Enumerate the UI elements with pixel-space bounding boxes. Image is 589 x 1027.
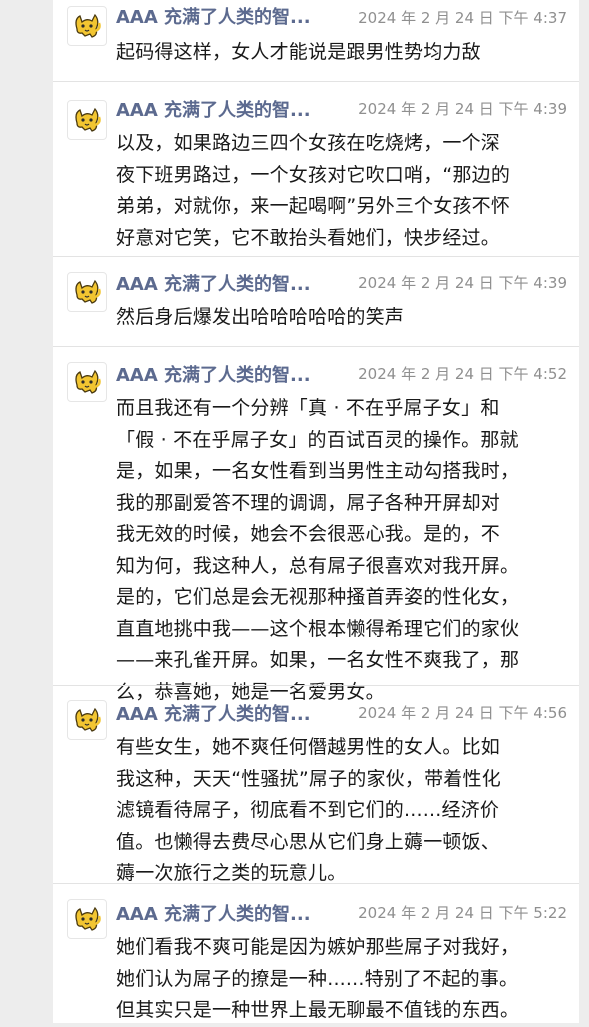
yellow-cat-avatar-icon bbox=[75, 707, 101, 732]
avatar[interactable] bbox=[67, 899, 107, 939]
avatar[interactable] bbox=[67, 272, 107, 312]
chat-history-card: AAA 充满了人类的智... 2024 年 2 月 24 日 下午 4:37 起… bbox=[53, 0, 579, 1023]
avatar[interactable] bbox=[67, 6, 107, 46]
sender-name[interactable]: AAA 充满了人类的智... bbox=[116, 7, 311, 29]
avatar[interactable] bbox=[67, 362, 107, 402]
divider bbox=[53, 685, 579, 686]
yellow-cat-avatar-icon bbox=[75, 107, 101, 132]
message-text: 以及，如果路边三四个女孩在吃烧烤，一个深 夜下班男路过，一个女孩对它吹口哨，“那… bbox=[116, 132, 511, 249]
message-text: 起码得这样，女人才能说是跟男性势均力敌 bbox=[116, 41, 481, 63]
avatar[interactable] bbox=[67, 700, 107, 740]
message-timestamp: 2024 年 2 月 24 日 下午 4:39 bbox=[358, 100, 567, 118]
message-text: 她们看我不爽可能是因为嫉妒那些屌子对我好， 她们认为屌子的撩是一种......特… bbox=[116, 936, 520, 1021]
message-text: 而且我还有一个分辨「真 · 不在乎屌子女」和 「假 · 不在乎屌子女」的百试百灵… bbox=[116, 397, 520, 703]
message-text: 然后身后爆发出哈哈哈哈哈的笑声 bbox=[116, 306, 405, 328]
divider bbox=[53, 256, 579, 257]
sender-name[interactable]: AAA 充满了人类的智... bbox=[116, 100, 311, 122]
yellow-cat-avatar-icon bbox=[75, 369, 101, 394]
message-timestamp: 2024 年 2 月 24 日 下午 4:37 bbox=[358, 9, 567, 27]
message-timestamp: 2024 年 2 月 24 日 下午 4:56 bbox=[358, 704, 567, 722]
message-timestamp: 2024 年 2 月 24 日 下午 5:22 bbox=[358, 904, 567, 922]
yellow-cat-avatar-icon bbox=[75, 13, 101, 38]
divider bbox=[53, 346, 579, 347]
sender-name[interactable]: AAA 充满了人类的智... bbox=[116, 274, 311, 296]
divider bbox=[53, 81, 579, 82]
message-timestamp: 2024 年 2 月 24 日 下午 4:39 bbox=[358, 274, 567, 292]
yellow-cat-avatar-icon bbox=[75, 279, 101, 304]
sender-name[interactable]: AAA 充满了人类的智... bbox=[116, 704, 311, 726]
sender-name[interactable]: AAA 充满了人类的智... bbox=[116, 904, 311, 926]
divider bbox=[53, 883, 579, 884]
message-text: 有些女生，她不爽任何僭越男性的女人。比如 我这种，天天“性骚扰”屌子的家伙，带着… bbox=[116, 736, 501, 884]
avatar[interactable] bbox=[67, 100, 107, 140]
sender-name[interactable]: AAA 充满了人类的智... bbox=[116, 365, 311, 387]
yellow-cat-avatar-icon bbox=[75, 906, 101, 931]
message-timestamp: 2024 年 2 月 24 日 下午 4:52 bbox=[358, 365, 567, 383]
